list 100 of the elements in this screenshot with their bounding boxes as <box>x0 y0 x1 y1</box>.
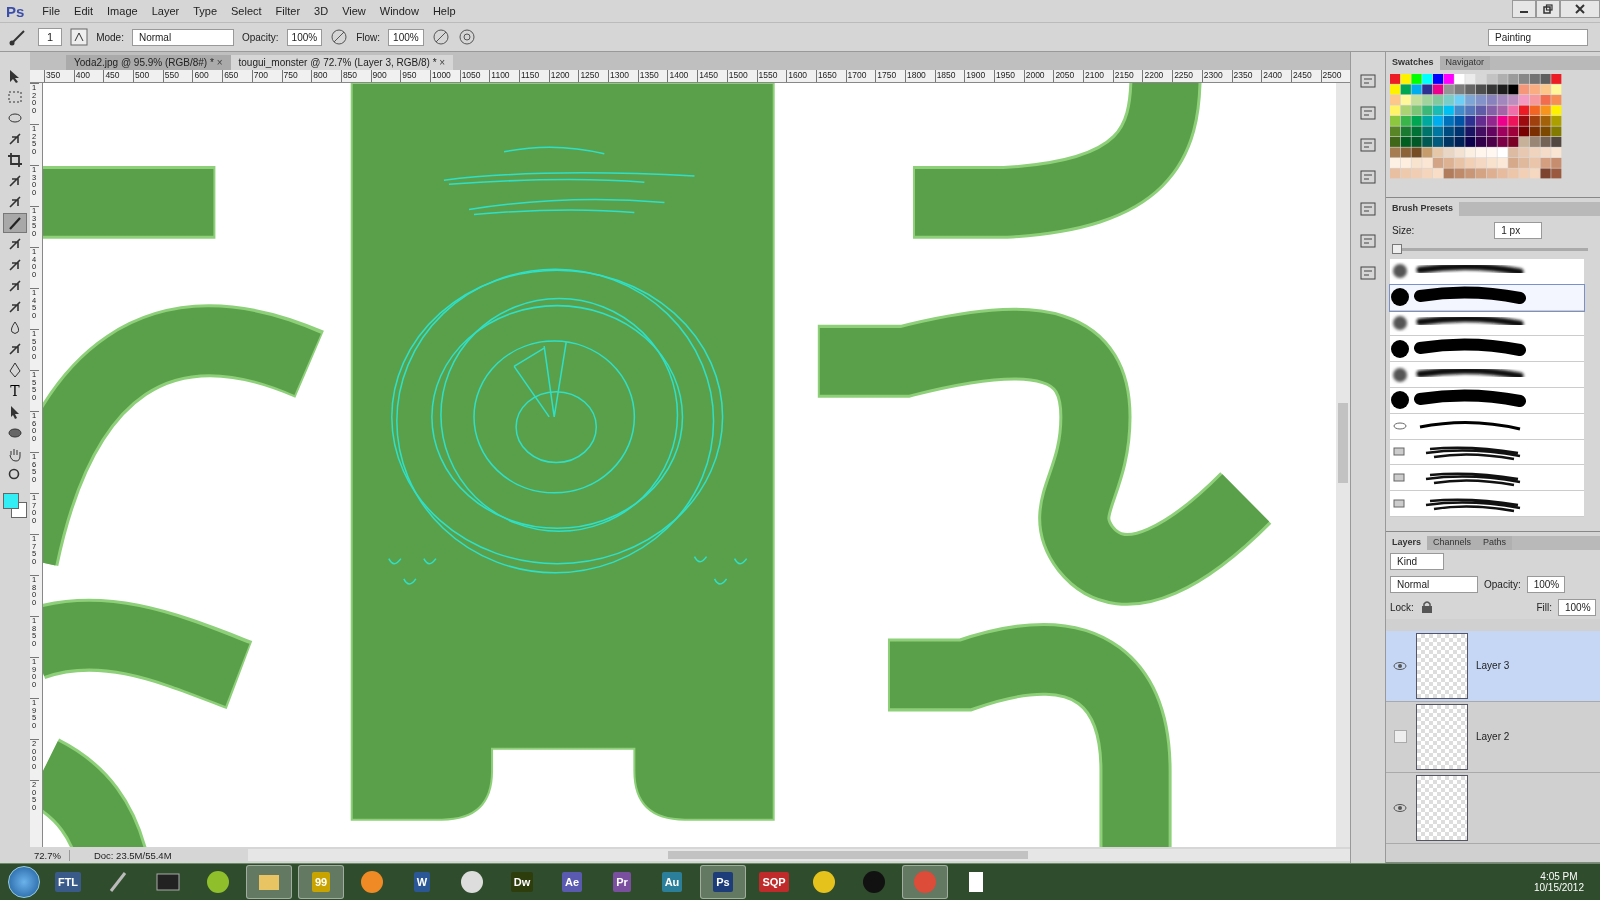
menu-item[interactable]: Window <box>373 5 425 17</box>
taskbar-app[interactable]: W <box>400 866 444 898</box>
tool-button[interactable]: T <box>3 381 27 401</box>
brush-size-picker[interactable]: 1 <box>38 28 63 46</box>
pressure-opacity-icon[interactable] <box>330 28 349 46</box>
ruler-number: 1300 <box>608 70 638 82</box>
ruler-number: 600 <box>192 70 223 82</box>
airbrush-icon[interactable] <box>431 28 450 46</box>
brush-tool-icon <box>7 215 23 231</box>
ruler-number: 950 <box>400 70 430 82</box>
taskbar-app[interactable]: Ps <box>700 865 746 899</box>
panel-tab[interactable]: Navigator <box>1439 56 1491 70</box>
brush-preset[interactable] <box>1390 336 1584 363</box>
menu-item[interactable]: File <box>36 5 67 17</box>
hand-tool-icon <box>7 446 23 462</box>
document-tab[interactable]: Yoda2.jpg @ 95.9% (RGB/8#) * × <box>66 55 231 70</box>
opacity-field[interactable]: 100% <box>286 28 323 46</box>
menu-item[interactable]: View <box>336 5 372 17</box>
minimize-button[interactable] <box>1512 0 1536 18</box>
menu-item[interactable]: Type <box>187 5 224 17</box>
layer-thumbnail <box>1416 632 1468 699</box>
ruler-number: 1050 <box>459 70 490 82</box>
layer-row[interactable]: Layer 2 <box>1386 701 1600 773</box>
close-button[interactable] <box>1560 0 1600 18</box>
restore-button[interactable] <box>1536 0 1560 18</box>
clock-date[interactable]: 10/15/2012 <box>1533 882 1584 893</box>
eye-icon[interactable] <box>1393 660 1407 671</box>
restore-icon <box>1543 4 1553 14</box>
opacity-label: Opacity: <box>241 31 279 43</box>
scrollbar-thumb[interactable] <box>1338 403 1348 483</box>
taskbar-app[interactable]: Ae <box>550 866 594 898</box>
menu-item[interactable]: Help <box>426 5 462 17</box>
ruler-number: 1800 <box>904 70 935 82</box>
mode-label: Mode: <box>96 31 124 43</box>
menu-item[interactable]: Select <box>225 5 268 17</box>
flow-field[interactable]: 100% <box>388 28 424 46</box>
menu-item[interactable]: Edit <box>68 5 100 17</box>
opacity-field[interactable]: 100% <box>1526 575 1565 593</box>
fill-field[interactable]: 100% <box>1558 598 1596 616</box>
brush-panel-icon[interactable] <box>70 28 89 46</box>
crop-tool-icon <box>7 152 23 168</box>
ruler-number: 1450 <box>697 70 727 82</box>
panel-tab[interactable]: Paths <box>1477 535 1513 550</box>
menu-item[interactable]: Layer <box>145 5 186 17</box>
ruler-number: 750 <box>281 70 312 82</box>
slider-thumb[interactable] <box>1392 244 1402 254</box>
app-logo[interactable]: Ps <box>6 2 25 20</box>
panel-tab[interactable]: Channels <box>1427 535 1478 550</box>
lock-icon[interactable] <box>1419 600 1434 615</box>
layer-thumbnail <box>1416 703 1468 770</box>
ruler-number: 1150 <box>519 70 549 82</box>
color-swatches-drawing[interactable] <box>1390 74 1562 179</box>
opacity-label: Opacity: <box>1484 578 1521 590</box>
clock-time[interactable]: 4:05 PM <box>1540 871 1578 882</box>
eye-icon[interactable] <box>1393 802 1407 813</box>
taskbar-app[interactable]: Dw <box>500 866 544 898</box>
document-tab[interactable]: tougui_monster @ 72.7% (Layer 3, RGB/8) * × <box>230 55 454 70</box>
tool-button[interactable] <box>3 213 27 233</box>
ruler-number: 1750 <box>875 70 905 82</box>
ruler-number: 1700 <box>845 70 876 82</box>
pressure-size-icon[interactable] <box>457 28 476 46</box>
ruler-number: 700 <box>251 70 282 82</box>
taskbar-app[interactable]: SQP <box>752 866 796 898</box>
brush-preset[interactable] <box>1390 388 1584 414</box>
ruler-number: 400 <box>73 70 104 82</box>
size-field[interactable]: 1 px <box>1494 222 1543 239</box>
start-button[interactable] <box>8 866 40 898</box>
taskbar-app[interactable]: FTL <box>46 866 90 898</box>
blend-mode-dropdown[interactable]: Normal <box>1390 575 1478 593</box>
ruler-number: 1200 <box>548 70 579 82</box>
size-label: Size: <box>1392 225 1415 236</box>
color-picker-swatches-icon[interactable] <box>2 492 28 520</box>
panel-tab[interactable]: Brush Presets <box>1386 202 1460 216</box>
workspace-dropdown[interactable]: Painting <box>1488 28 1588 46</box>
ruler-number: 2450 <box>1290 70 1321 82</box>
visibility-toggle[interactable] <box>1393 730 1407 744</box>
brush-preset[interactable] <box>1390 284 1584 311</box>
taskbar-app[interactable]: Pr <box>600 866 644 898</box>
ruler-number: 2100 <box>1083 70 1113 82</box>
panel-tab[interactable]: Swatches <box>1386 56 1440 70</box>
zoom-level[interactable]: 72.7% <box>34 849 70 861</box>
ellipse-tool-icon <box>7 425 23 441</box>
menu-item[interactable]: Filter <box>269 5 307 17</box>
layer-name: Layer 3 <box>1476 660 1510 672</box>
ruler-number: 2050 <box>1053 70 1084 82</box>
mode-dropdown[interactable]: Normal <box>131 28 234 46</box>
ruler-number: 1950 <box>994 70 1024 82</box>
menu-item[interactable]: 3D <box>308 5 335 17</box>
panel-tab[interactable]: Layers <box>1386 535 1428 550</box>
menu-item[interactable]: Image <box>101 5 144 17</box>
scrollbar-thumb[interactable] <box>667 851 1028 859</box>
ruler-number: 1600 <box>786 70 816 82</box>
lock-label: Lock: <box>1390 601 1414 613</box>
layer-thumbnail <box>1416 774 1468 841</box>
layer-row[interactable]: Layer 3 <box>1386 630 1600 702</box>
layer-filter-dropdown[interactable]: Kind <box>1390 552 1444 570</box>
ruler-number: 1400 <box>667 70 698 82</box>
taskbar-app[interactable]: Au <box>650 866 694 898</box>
ruler-number: 1000 <box>429 70 460 82</box>
pen-tool-icon <box>7 362 23 378</box>
